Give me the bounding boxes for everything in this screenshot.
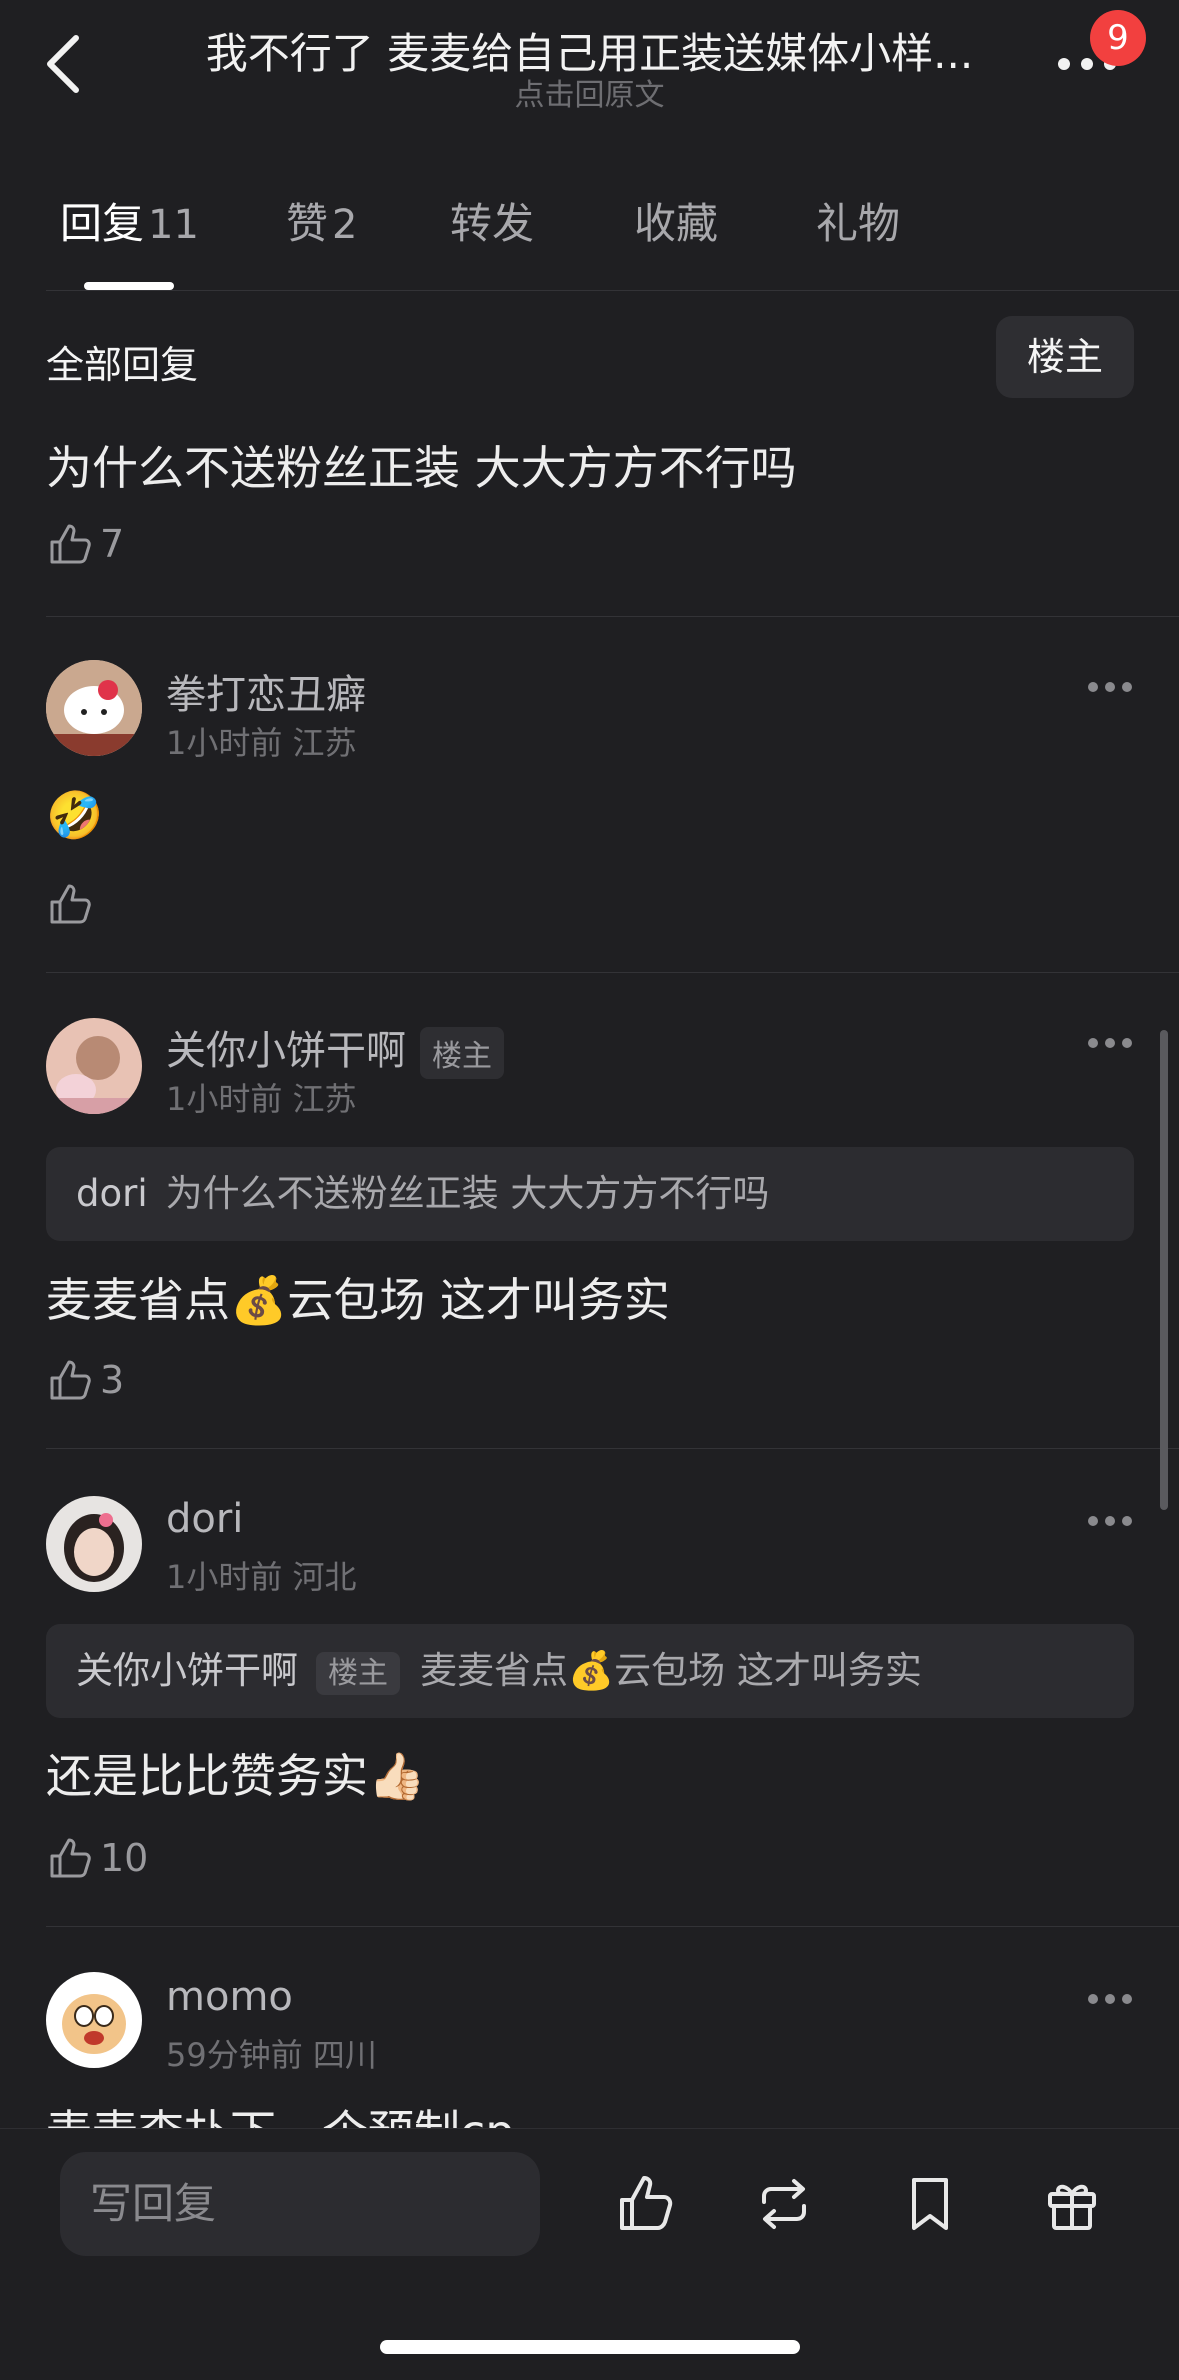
thumbs-up-icon <box>50 884 91 924</box>
quoted-text: 为什么不送粉丝正装 大大方方不行吗 <box>165 1172 770 1215</box>
thumbs-up-icon[interactable] <box>614 2172 678 2236</box>
more-icon[interactable] <box>1086 1036 1134 1050</box>
back-to-original-link[interactable]: 点击回原文 <box>0 70 1179 114</box>
comment-text: 🤣 <box>46 788 104 842</box>
reply-input[interactable]: 写回复 <box>60 2152 540 2256</box>
quoted-text: 麦麦省点💰云包场 这才叫务实 <box>420 1649 922 1692</box>
avatar[interactable] <box>46 1972 142 2068</box>
tab-replies-count: 11 <box>148 202 199 248</box>
comment-username[interactable]: momo <box>166 1974 293 2020</box>
avatar[interactable] <box>46 1496 142 1592</box>
scrollbar[interactable] <box>1160 1030 1168 1510</box>
hello-kitty-avatar-icon <box>46 660 142 756</box>
divider <box>46 972 1179 973</box>
thumbs-up-icon <box>50 1838 91 1878</box>
more-icon[interactable] <box>1086 1992 1134 2006</box>
comment-meta: 1小时前 江苏 <box>166 1080 357 1118</box>
comment-text: 麦麦省点💰云包场 这才叫务实 <box>46 1273 670 1327</box>
tab-reposts[interactable]: 转发 <box>450 190 534 251</box>
comment-username[interactable]: dori <box>166 1496 243 1542</box>
cartoon-dog-avatar-icon <box>46 1972 142 2068</box>
tab-replies[interactable]: 回复 11 <box>60 190 199 251</box>
gift-icon[interactable] <box>1040 2172 1104 2236</box>
section-title: 全部回复 <box>46 343 199 387</box>
active-tab-indicator <box>84 282 174 290</box>
tab-likes[interactable]: 赞2 <box>286 190 357 251</box>
divider <box>46 290 1179 291</box>
tab-gifts[interactable]: 礼物 <box>816 190 900 251</box>
tab-favorites[interactable]: 收藏 <box>634 190 718 251</box>
notification-badge: 9 <box>1090 10 1146 66</box>
like-button[interactable]: 10 <box>46 1834 148 1882</box>
tab-likes-count: 2 <box>332 202 358 248</box>
repost-icon[interactable] <box>752 2172 816 2236</box>
like-button[interactable]: 3 <box>46 1356 124 1404</box>
thumbs-up-icon <box>50 1360 91 1400</box>
quoted-reply[interactable]: dori 为什么不送粉丝正装 大大方方不行吗 <box>46 1147 1134 1241</box>
tab-bar: 回复 11 赞2 转发 收藏 礼物 <box>0 190 1179 260</box>
original-comment-text: 为什么不送粉丝正装 大大方方不行吗 <box>46 441 797 495</box>
home-indicator <box>380 2340 800 2354</box>
like-button[interactable] <box>46 880 94 928</box>
divider <box>46 1448 1179 1449</box>
quoted-reply[interactable]: 关你小饼干啊 楼主 麦麦省点💰云包场 这才叫务实 <box>46 1624 1134 1718</box>
comment-meta: 59分钟前 四川 <box>166 2036 377 2074</box>
quoted-username: 关你小饼干啊 <box>76 1649 298 1692</box>
comment-meta: 1小时前 江苏 <box>166 724 357 762</box>
like-button[interactable]: 7 <box>46 520 124 568</box>
comment-username[interactable]: 关你小饼干啊 <box>166 1028 406 1074</box>
op-badge: 楼主 <box>420 1027 504 1079</box>
girl-avatar-icon <box>46 1496 142 1592</box>
divider <box>46 616 1179 617</box>
divider <box>46 1926 1179 1927</box>
person-avatar-icon <box>46 1018 142 1114</box>
bookmark-icon[interactable] <box>898 2172 962 2236</box>
thumbs-up-icon <box>50 524 91 564</box>
quoted-username: dori <box>76 1172 148 1215</box>
more-icon[interactable] <box>1086 1514 1134 1528</box>
more-icon[interactable] <box>1086 680 1134 694</box>
comment-username-row: 关你小饼干啊 楼主 <box>166 1018 504 1079</box>
op-only-filter-button[interactable]: 楼主 <box>996 316 1134 398</box>
avatar[interactable] <box>46 660 142 756</box>
comment-meta: 1小时前 河北 <box>166 1558 357 1596</box>
comment-text: 还是比比赞务实👍🏻 <box>46 1749 426 1803</box>
op-badge: 楼主 <box>316 1652 400 1695</box>
comment-username[interactable]: 拳打恋丑癖 <box>166 662 366 720</box>
avatar[interactable] <box>46 1018 142 1114</box>
